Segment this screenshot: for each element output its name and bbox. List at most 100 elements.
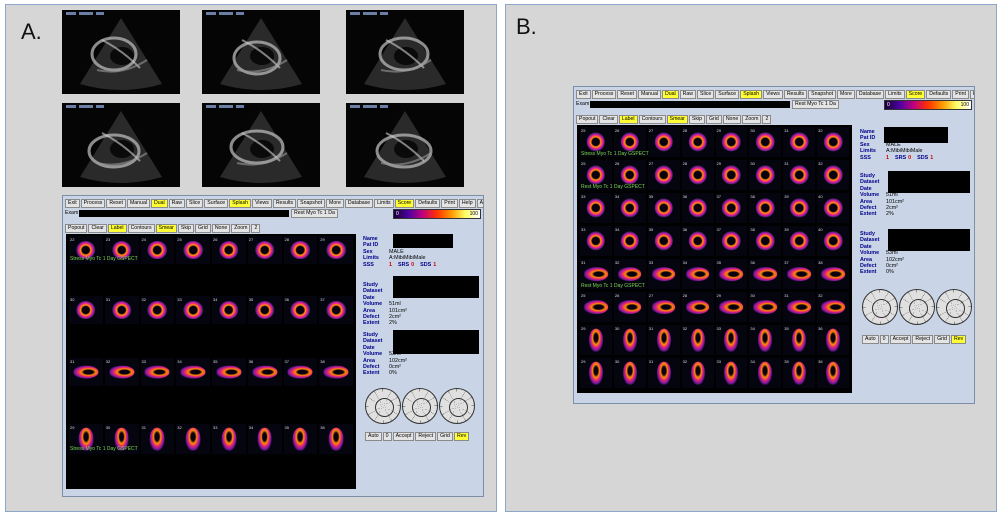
polar-map[interactable] — [899, 289, 935, 325]
toolbar-button-manual[interactable]: Manual — [637, 90, 661, 99]
image-slice[interactable]: 37 — [783, 259, 816, 289]
bottom-button-0[interactable]: 0 — [879, 335, 889, 344]
toolbar-button-limits[interactable]: Limits — [885, 90, 905, 99]
toolbar-button-results[interactable]: Results — [272, 199, 297, 208]
image-slice[interactable]: 33 — [715, 358, 748, 388]
toolbar-button-reset[interactable]: Reset — [106, 199, 126, 208]
image-slice[interactable]: 31 — [647, 325, 680, 355]
toolbar-button-more[interactable]: More — [326, 199, 344, 208]
image-slice[interactable]: 29 — [319, 236, 353, 264]
view-button-contours[interactable]: Contours — [638, 115, 666, 124]
image-slice[interactable]: 28 — [681, 160, 714, 190]
image-slice[interactable]: 28 — [681, 292, 714, 322]
image-slice[interactable]: 29 — [580, 358, 612, 388]
image-slice[interactable]: 36 — [681, 193, 714, 223]
image-slice[interactable]: 34 — [613, 193, 646, 223]
view-button-skip[interactable]: Skip — [177, 224, 194, 233]
bottom-button-auto[interactable]: Auto — [365, 432, 382, 441]
image-slice[interactable]: 31 — [783, 127, 816, 157]
image-slice[interactable]: 38 — [319, 358, 353, 386]
image-slice[interactable]: 36 — [319, 424, 353, 454]
image-slice[interactable]: 30 — [749, 292, 782, 322]
image-slice[interactable]: 33 — [580, 226, 612, 256]
image-slice[interactable]: 40 — [817, 193, 849, 223]
image-slice[interactable]: 30 — [613, 358, 646, 388]
image-slice[interactable]: 32 — [140, 296, 175, 324]
view-button-none[interactable]: None — [211, 224, 231, 233]
toolbar-button-process[interactable]: Process — [80, 199, 106, 208]
toolbar-button-surface[interactable]: Surface — [204, 199, 229, 208]
toolbar-button-database[interactable]: Database — [344, 199, 374, 208]
image-slice[interactable]: 37 — [319, 296, 353, 324]
toolbar-button-slice[interactable]: Slice — [697, 90, 715, 99]
toolbar-button-help[interactable]: Help — [969, 90, 974, 99]
toolbar-button-defaults[interactable]: Defaults — [926, 90, 952, 99]
image-slice[interactable]: 31 — [69, 358, 103, 386]
toolbar-button-print[interactable]: Print — [441, 199, 458, 208]
image-slice[interactable]: 31 — [783, 160, 816, 190]
image-slice[interactable]: 32 — [817, 127, 849, 157]
toolbar-button-snapshot[interactable]: Snapshot — [808, 90, 837, 99]
image-slice[interactable]: 30 — [69, 296, 103, 324]
image-slice[interactable]: 36 — [817, 325, 849, 355]
exam-select[interactable]: Rest Myo Tc 1 Da — [291, 209, 338, 218]
image-slice[interactable]: 34 — [247, 424, 282, 454]
toolbar-button-views[interactable]: Views — [763, 90, 783, 99]
image-slice[interactable]: 37 — [715, 226, 748, 256]
image-slice[interactable]: 36 — [817, 358, 849, 388]
view-button-smear[interactable]: Smear — [155, 224, 177, 233]
view-button-clear[interactable]: Clear — [88, 224, 107, 233]
toolbar-button-slice[interactable]: Slice — [186, 199, 204, 208]
image-slice[interactable]: 31 — [783, 292, 816, 322]
image-slice[interactable]: 38 — [749, 193, 782, 223]
image-slice[interactable]: 34 — [212, 296, 246, 324]
image-slice[interactable]: 25 — [176, 236, 210, 264]
image-slice[interactable]: 34 — [749, 325, 782, 355]
view-button-skip[interactable]: Skip — [688, 115, 705, 124]
bottom-button-grid[interactable]: Grid — [437, 432, 453, 441]
image-slice[interactable]: 35 — [283, 424, 318, 454]
toolbar-button-splash[interactable]: Splash — [229, 199, 252, 208]
toolbar-button-print[interactable]: Print — [952, 90, 969, 99]
toolbar-button-process[interactable]: Process — [591, 90, 617, 99]
toolbar-button-dual[interactable]: Dual — [150, 199, 168, 208]
image-slice[interactable]: 35 — [715, 259, 748, 289]
bottom-button-accept[interactable]: Accept — [889, 335, 912, 344]
polar-map[interactable] — [439, 388, 475, 424]
image-slice[interactable]: 34 — [681, 259, 714, 289]
view-button-smear[interactable]: Smear — [666, 115, 688, 124]
image-slice[interactable]: 39 — [783, 193, 816, 223]
view-button-none[interactable]: None — [722, 115, 742, 124]
image-slice[interactable]: 32 — [681, 358, 714, 388]
toolbar-button-limits[interactable]: Limits — [374, 199, 394, 208]
image-slice[interactable]: 36 — [283, 296, 318, 324]
view-button-grid[interactable]: Grid — [195, 224, 211, 233]
image-slice[interactable]: 35 — [647, 226, 680, 256]
image-slice[interactable]: 28 — [283, 236, 318, 264]
polar-map[interactable] — [936, 289, 972, 325]
view-button-2[interactable]: 2 — [762, 115, 772, 124]
view-button-popout[interactable]: Popout — [65, 224, 88, 233]
toolbar-button-database[interactable]: Database — [855, 90, 885, 99]
polar-map[interactable] — [862, 289, 898, 325]
bottom-button-accept[interactable]: Accept — [392, 432, 415, 441]
bottom-button-reject[interactable]: Reject — [415, 432, 437, 441]
bottom-button-0[interactable]: 0 — [382, 432, 392, 441]
image-slice[interactable]: 33 — [140, 358, 175, 386]
image-slice[interactable]: 29 — [580, 325, 612, 355]
toolbar-button-score[interactable]: Score — [394, 199, 415, 208]
view-button-2[interactable]: 2 — [251, 224, 261, 233]
toolbar-button-reset[interactable]: Reset — [617, 90, 637, 99]
image-slice[interactable]: 31 — [140, 424, 175, 454]
image-slice[interactable]: 39 — [783, 226, 816, 256]
view-button-contours[interactable]: Contours — [127, 224, 155, 233]
toolbar-button-surface[interactable]: Surface — [715, 90, 740, 99]
toolbar-button-exit[interactable]: Exit — [576, 90, 591, 99]
image-slice[interactable]: 40 — [817, 226, 849, 256]
toolbar-button-manual[interactable]: Manual — [126, 199, 150, 208]
image-slice[interactable]: 28 — [681, 127, 714, 157]
image-slice[interactable]: 37 — [715, 193, 748, 223]
image-slice[interactable]: 32 — [681, 325, 714, 355]
toolbar-button-help[interactable]: Help — [458, 199, 476, 208]
image-slice[interactable]: 31 — [647, 358, 680, 388]
